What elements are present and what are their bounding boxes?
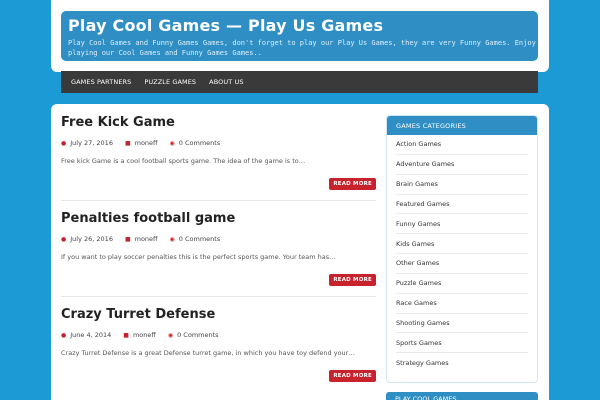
- post-title[interactable]: Crazy Turret Defense: [61, 307, 376, 323]
- site-description: Play Cool Games and Funny Games Games, d…: [68, 39, 536, 57]
- category-list: Action Games Adventure Games Brain Games…: [387, 135, 537, 373]
- site-banner: Play Cool Games — Play Us Games Play Coo…: [61, 11, 538, 61]
- category-link[interactable]: Shooting Games: [396, 314, 528, 334]
- sidebar-categories: GAMES CATEGORIES Action Games Adventure …: [386, 115, 538, 383]
- post-comments[interactable]: 0 Comments: [179, 235, 220, 243]
- category-link[interactable]: Puzzle Games: [396, 274, 528, 294]
- post-meta: ● July 26, 2016 ■ moneff ◉ 0 Comments: [61, 235, 376, 243]
- post-comments[interactable]: 0 Comments: [177, 331, 218, 339]
- nav-item-puzzle-games[interactable]: PUZZLE GAMES: [144, 78, 196, 86]
- post-date[interactable]: July 27, 2016: [70, 139, 113, 147]
- read-more-button[interactable]: READ MORE: [329, 178, 376, 190]
- sidebar-heading: GAMES CATEGORIES: [387, 116, 537, 135]
- post-item: Free Kick Game ● July 27, 2016 ■ moneff …: [61, 115, 376, 201]
- post-meta: ● June 4, 2014 ■ moneff ◉ 0 Comments: [61, 331, 376, 339]
- user-icon: ■: [123, 331, 129, 339]
- post-excerpt: If you want to play soccer penalties thi…: [61, 253, 336, 261]
- post-divider: [61, 296, 376, 297]
- calendar-icon: ●: [61, 331, 67, 339]
- post-author[interactable]: moneff: [135, 235, 158, 243]
- post-excerpt: Crazy Turret Defense is a great Defense …: [61, 349, 355, 357]
- post-comments[interactable]: 0 Comments: [179, 139, 220, 147]
- category-link[interactable]: Other Games: [396, 254, 528, 274]
- post-item: Crazy Turret Defense ● June 4, 2014 ■ mo…: [61, 307, 376, 382]
- calendar-icon: ●: [61, 139, 67, 147]
- comment-icon: ◉: [167, 331, 174, 339]
- category-link[interactable]: Sports Games: [396, 333, 528, 354]
- post-title[interactable]: Penalties football game: [61, 211, 376, 227]
- comment-icon: ◉: [169, 139, 175, 147]
- post-date[interactable]: June 4, 2014: [70, 331, 111, 339]
- category-link[interactable]: Brain Games: [396, 175, 528, 195]
- category-link[interactable]: Funny Games: [396, 214, 528, 235]
- post-item: Penalties football game ● July 26, 2016 …: [61, 211, 376, 297]
- nav-item-about-us[interactable]: ABOUT US: [209, 78, 243, 86]
- category-link[interactable]: Race Games: [396, 294, 528, 314]
- user-icon: ■: [124, 235, 131, 243]
- site-title[interactable]: Play Cool Games — Play Us Games: [68, 16, 531, 36]
- category-link[interactable]: Strategy Games: [396, 353, 528, 373]
- calendar-icon: ●: [61, 235, 67, 243]
- post-title[interactable]: Free Kick Game: [61, 115, 376, 131]
- post-date[interactable]: July 26, 2016: [70, 235, 113, 243]
- post-author[interactable]: moneff: [135, 139, 158, 147]
- read-more-button[interactable]: READ MORE: [329, 370, 376, 382]
- post-excerpt: Free kick Game is a cool football sports…: [61, 157, 306, 165]
- nav-item-games-partners[interactable]: GAMES PARTNERS: [71, 78, 131, 86]
- category-link[interactable]: Action Games: [396, 135, 528, 155]
- main-nav: GAMES PARTNERS PUZZLE GAMES ABOUT US: [61, 71, 538, 93]
- read-more-button[interactable]: READ MORE: [329, 274, 376, 286]
- post-meta: ● July 27, 2016 ■ moneff ◉ 0 Comments: [61, 139, 376, 147]
- category-link[interactable]: Adventure Games: [396, 155, 528, 175]
- user-icon: ■: [124, 139, 131, 147]
- sidebar-heading-secondary: PLAY COOL GAMES: [386, 392, 538, 400]
- category-link[interactable]: Kids Games: [396, 234, 528, 255]
- post-divider: [61, 200, 376, 201]
- comment-icon: ◉: [169, 235, 175, 243]
- post-author[interactable]: moneff: [133, 331, 156, 339]
- category-link[interactable]: Featured Games: [396, 195, 528, 215]
